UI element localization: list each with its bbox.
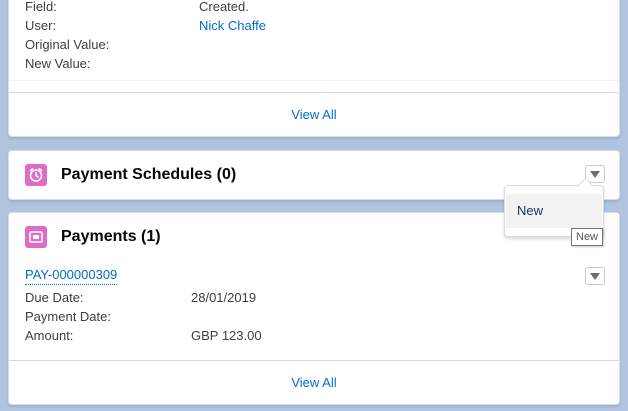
field-label: Field: <box>25 0 57 14</box>
payment-date-label: Payment Date: <box>25 309 111 324</box>
field-row-user: User: <box>25 16 56 35</box>
original-value-label: Original Value: <box>25 37 110 52</box>
amount-label: Amount: <box>25 328 74 343</box>
payment-date-row: Payment Date: <box>25 307 111 326</box>
tooltip: New <box>571 228 604 246</box>
payment-record-link[interactable]: PAY-000000309 <box>25 266 118 285</box>
due-date-row: Due Date: <box>25 288 84 307</box>
history-footer: View All <box>9 92 619 136</box>
payments-title[interactable]: Payments (1) <box>61 226 161 248</box>
field-value: Created. <box>199 0 249 14</box>
field-row-new-value: New Value: <box>25 54 91 73</box>
menu-item-new[interactable]: New <box>506 194 602 228</box>
view-all-payments-link[interactable]: View All <box>291 375 336 390</box>
payments-footer: View All <box>9 360 619 404</box>
due-date-label: Due Date: <box>25 290 84 305</box>
field-row-field: Field: <box>25 0 57 16</box>
user-label: User: <box>25 18 57 33</box>
view-all-history-link[interactable]: View All <box>291 107 336 122</box>
field-row-original-value: Original Value: <box>25 35 109 54</box>
chevron-down-icon <box>590 273 600 280</box>
new-value-label: New Value: <box>25 56 91 71</box>
payments-card: Payments (1) PAY-000000309 Due Date: 28/… <box>8 212 620 405</box>
calendar-clock-icon <box>25 164 47 186</box>
record-actions-button[interactable] <box>585 267 605 285</box>
history-card: Field: Created. User: Nick Chaffe Origin… <box>8 0 620 137</box>
divider <box>9 80 619 81</box>
amount-row: Amount: <box>25 326 73 345</box>
payment-schedules-title[interactable]: Payment Schedules (0) <box>61 164 236 186</box>
payment-icon <box>25 226 47 248</box>
chevron-down-icon <box>590 171 600 178</box>
due-date-value: 28/01/2019 <box>191 290 257 305</box>
user-link[interactable]: Nick Chaffe <box>199 16 266 35</box>
amount-value: GBP 123.00 <box>191 328 262 343</box>
